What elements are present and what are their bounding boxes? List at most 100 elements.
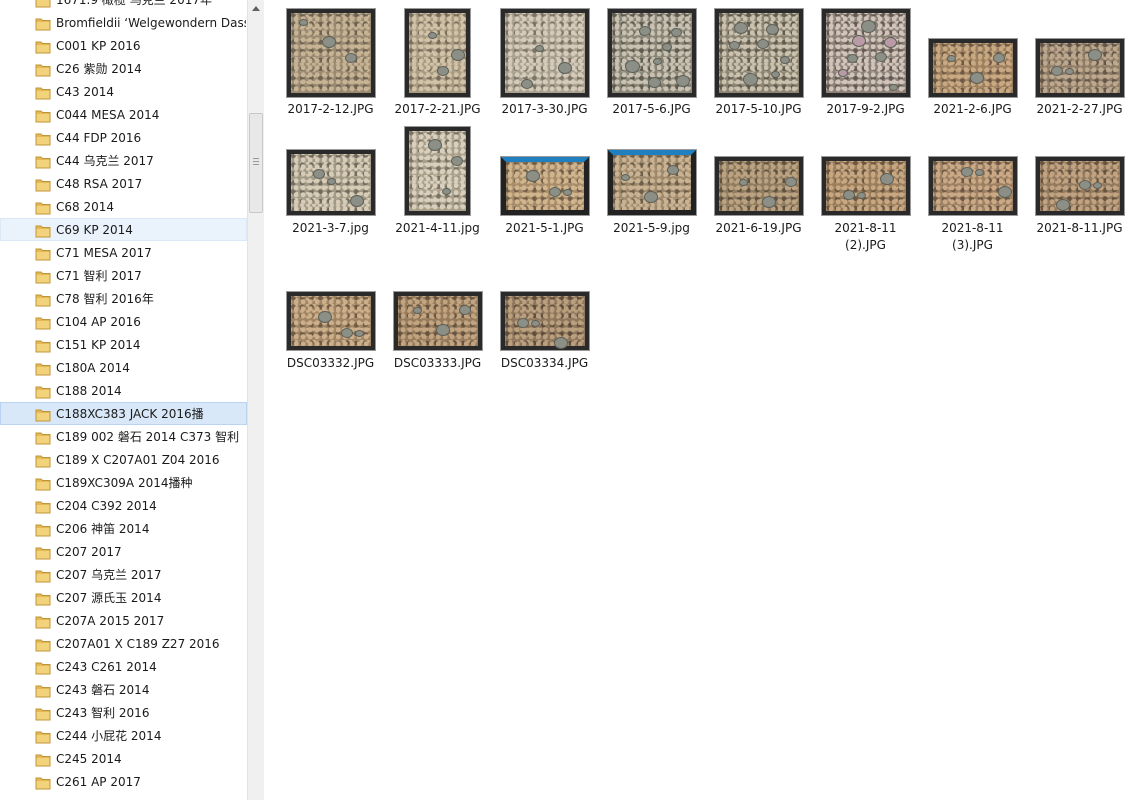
nav-folder-item[interactable]: C189XC309A 2014播种: [0, 471, 247, 494]
image-thumbnail[interactable]: [285, 8, 376, 98]
nav-folder-label: C69 KP 2014: [56, 223, 133, 237]
nav-folder-item[interactable]: C261 AP 2017: [0, 770, 247, 793]
folder-icon: [35, 338, 51, 353]
file-grid: 2017-2-12.JPG 2017-2-21.JPG 2017-3-30.JPG 2…: [264, 0, 1140, 800]
nav-folder-label: C204 C392 2014: [56, 499, 157, 513]
folder-icon: [35, 292, 51, 307]
image-thumbnail[interactable]: [713, 156, 804, 216]
image-thumbnail[interactable]: [1034, 38, 1125, 98]
image-thumbnail[interactable]: [285, 149, 376, 216]
file-name-line2: (2).JPG: [845, 238, 886, 252]
nav-folder-item[interactable]: C44 乌克兰 2017: [0, 149, 247, 172]
nav-folder-item[interactable]: C243 C261 2014: [0, 655, 247, 678]
nav-folder-label: C207 乌克兰 2017: [56, 568, 162, 582]
nav-folder-item[interactable]: C207A01 X C189 Z27 2016: [0, 632, 247, 655]
folder-icon: [35, 522, 51, 537]
nav-folder-item[interactable]: C207 2017: [0, 540, 247, 563]
nav-folder-item[interactable]: C204 C392 2014: [0, 494, 247, 517]
nav-folder-item[interactable]: C044 MESA 2014: [0, 103, 247, 126]
nav-folder-item[interactable]: C188 2014: [0, 379, 247, 402]
nav-folder-label: C71 智利 2017: [56, 269, 142, 283]
nav-folder-item[interactable]: C180A 2014: [0, 356, 247, 379]
nav-folder-label: C43 2014: [56, 85, 115, 99]
file-name: DSC03332.JPG: [286, 356, 375, 370]
nav-folder-item[interactable]: C188XC383 JACK 2016播: [0, 402, 247, 425]
file-name: 2021-8-11: [941, 221, 1004, 235]
image-thumbnail[interactable]: [820, 8, 911, 98]
nav-folder-item[interactable]: C44 FDP 2016: [0, 126, 247, 149]
file-name: 2021-8-11.JPG: [1036, 221, 1123, 235]
image-thumbnail[interactable]: [499, 291, 590, 351]
folder-list: 1671.9 橄榄 乌克兰 2017年 Bromfieldii ‘Welgewon…: [0, 0, 247, 793]
nav-folder-item[interactable]: C245 2014: [0, 747, 247, 770]
nav-folder-item[interactable]: C104 AP 2016: [0, 310, 247, 333]
image-thumbnail[interactable]: [713, 8, 804, 98]
nav-folder-item[interactable]: C243 智利 2016: [0, 701, 247, 724]
folder-icon: [35, 752, 51, 767]
nav-folder-item[interactable]: C189 002 磐石 2014 C373 智利: [0, 425, 247, 448]
nav-folder-item[interactable]: C189 X C207A01 Z04 2016: [0, 448, 247, 471]
file-name: DSC03333.JPG: [393, 356, 482, 370]
nav-folder-item[interactable]: C71 MESA 2017: [0, 241, 247, 264]
nav-folder-item[interactable]: C206 神笛 2014: [0, 517, 247, 540]
folder-icon: [35, 39, 51, 54]
image-thumbnail[interactable]: [499, 156, 590, 216]
nav-folder-item[interactable]: C43 2014: [0, 80, 247, 103]
image-thumbnail[interactable]: [392, 291, 483, 351]
image-thumbnail[interactable]: [1034, 156, 1125, 216]
nav-folder-label: C261 AP 2017: [56, 775, 141, 789]
nav-folder-label: C206 神笛 2014: [56, 522, 150, 536]
folder-icon: [35, 499, 51, 514]
nav-folder-label: C243 磐石 2014: [56, 683, 150, 697]
nav-folder-item[interactable]: C001 KP 2016: [0, 34, 247, 57]
nav-folder-label: C243 C261 2014: [56, 660, 157, 674]
folder-icon: [35, 453, 51, 468]
file-name: 2017-5-10.JPG: [715, 102, 802, 116]
nav-folder-label: C244 小屁花 2014: [56, 729, 162, 743]
scroll-up-arrow-icon[interactable]: [248, 0, 264, 17]
nav-folder-label: C78 智利 2016年: [56, 292, 154, 306]
nav-folder-item[interactable]: C207 源氏玉 2014: [0, 586, 247, 609]
nav-folder-label: 1671.9 橄榄 乌克兰 2017年: [56, 0, 212, 7]
file-name-line2: (3).JPG: [952, 238, 993, 252]
nav-folder-item[interactable]: C243 磐石 2014: [0, 678, 247, 701]
nav-folder-item[interactable]: C71 智利 2017: [0, 264, 247, 287]
image-thumbnail[interactable]: [927, 156, 1018, 216]
nav-folder-item[interactable]: 1671.9 橄榄 乌克兰 2017年: [0, 0, 247, 11]
folder-icon: [35, 591, 51, 606]
image-thumbnail[interactable]: [285, 291, 376, 351]
nav-folder-item[interactable]: C78 智利 2016年: [0, 287, 247, 310]
nav-folder-item[interactable]: C69 KP 2014: [0, 218, 247, 241]
image-thumbnail[interactable]: [404, 126, 471, 216]
nav-folder-item[interactable]: C151 KP 2014: [0, 333, 247, 356]
folder-icon: [35, 683, 51, 698]
folder-icon: [35, 614, 51, 629]
image-thumbnail[interactable]: [820, 156, 911, 216]
nav-folder-label: C189 002 磐石 2014 C373 智利: [56, 430, 240, 444]
file-name: 2021-2-27.JPG: [1036, 102, 1123, 116]
nav-folder-label: C188XC383 JACK 2016播: [56, 407, 204, 421]
nav-folder-label: C180A 2014: [56, 361, 130, 375]
folder-icon: [35, 85, 51, 100]
folder-icon: [35, 476, 51, 491]
nav-folder-item[interactable]: C26 紫勋 2014: [0, 57, 247, 80]
nav-folder-label: C151 KP 2014: [56, 338, 141, 352]
nav-folder-item[interactable]: C48 RSA 2017: [0, 172, 247, 195]
scrollbar-thumb[interactable]: [249, 113, 263, 213]
nav-folder-item[interactable]: Bromfieldii ‘Welgewondern Dassie’: [0, 11, 247, 34]
image-thumbnail[interactable]: [404, 8, 471, 98]
nav-folder-item[interactable]: C207 乌克兰 2017: [0, 563, 247, 586]
image-thumbnail[interactable]: [499, 8, 590, 98]
nav-folder-item[interactable]: C244 小屁花 2014: [0, 724, 247, 747]
nav-folder-item[interactable]: C207A 2015 2017: [0, 609, 247, 632]
image-thumbnail[interactable]: [606, 8, 697, 98]
folder-icon: [35, 430, 51, 445]
navigation-scrollbar[interactable]: [247, 0, 264, 800]
folder-icon: [35, 269, 51, 284]
nav-folder-item[interactable]: C68 2014: [0, 195, 247, 218]
image-thumbnail[interactable]: [606, 149, 697, 216]
folder-icon: [35, 706, 51, 721]
image-thumbnail[interactable]: [927, 38, 1018, 98]
nav-folder-label: C189 X C207A01 Z04 2016: [56, 453, 220, 467]
folder-icon: [35, 729, 51, 744]
